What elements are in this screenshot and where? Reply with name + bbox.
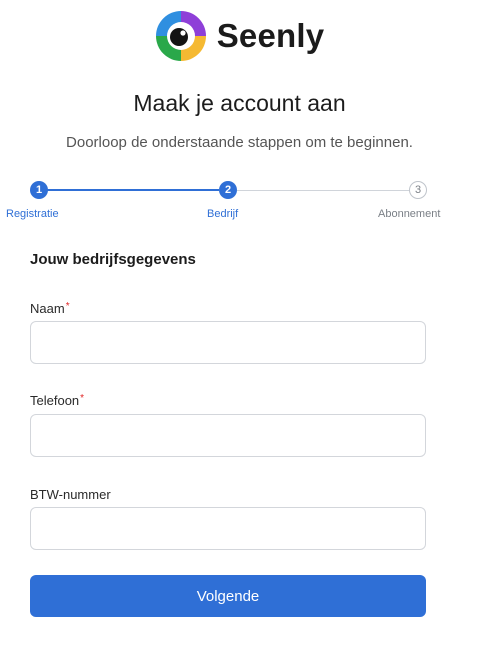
step-1-indicator: 1 (30, 181, 48, 199)
seenly-eye-logo-icon (155, 11, 206, 61)
step-1-label: Registratie (6, 208, 59, 220)
phone-field-label: Telefoon* (30, 393, 84, 408)
phone-input[interactable] (30, 414, 426, 457)
page-title: Maak je account aan (133, 90, 346, 116)
progress-stepper: 1 2 3 Registratie Bedrijf Abonnement (0, 181, 479, 231)
brand-name: Seenly (216, 17, 325, 54)
brand-header: Seenly (0, 10, 479, 62)
step-2-indicator: 2 (219, 181, 237, 199)
vat-field-label: BTW-nummer (30, 487, 111, 502)
required-marker: * (80, 393, 85, 404)
stepper-line-completed (47, 189, 219, 191)
vat-number-input[interactable] (30, 507, 426, 550)
name-field-label: Naam* (30, 301, 70, 316)
page-subtitle: Doorloop de onderstaande stappen om te b… (66, 134, 413, 151)
step-3-label: Abonnement (378, 208, 441, 220)
step-3-indicator: 3 (409, 181, 427, 199)
stepper-line-upcoming (237, 190, 409, 191)
required-marker: * (65, 301, 70, 312)
name-label-text: Naam (30, 301, 65, 316)
step-2-label: Bedrijf (207, 208, 239, 220)
section-title: Jouw bedrijfsgegevens (30, 251, 196, 268)
vat-label-text: BTW-nummer (30, 487, 111, 502)
next-button[interactable]: Volgende (30, 575, 426, 617)
name-input[interactable] (30, 321, 426, 364)
phone-label-text: Telefoon (30, 393, 80, 408)
